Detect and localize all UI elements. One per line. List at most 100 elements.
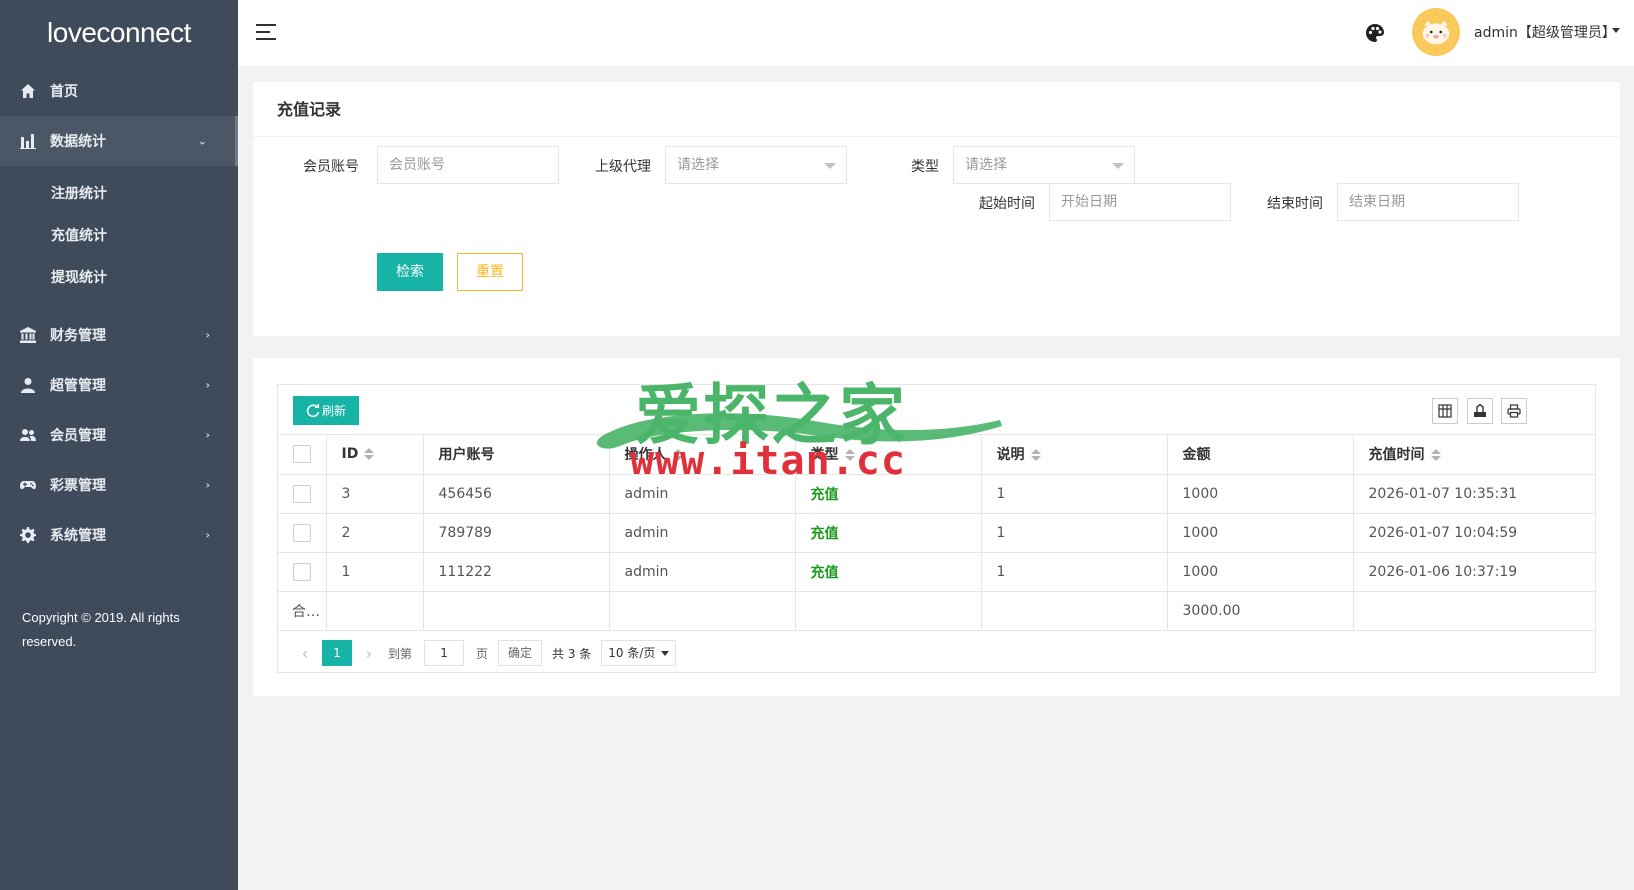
- start-date-input[interactable]: 开始日期: [1049, 183, 1231, 221]
- print-icon[interactable]: [1501, 398, 1527, 424]
- cell-id: 1: [326, 552, 424, 592]
- sidebar-item-finance[interactable]: 财务管理 ›: [0, 310, 238, 360]
- table-row[interactable]: 1 111222 admin 充值 1 1000 2026-01-06 10:3…: [278, 552, 1595, 592]
- menu-toggle-icon[interactable]: [256, 24, 276, 40]
- sidebar-item-label: 会员管理: [50, 428, 106, 444]
- agent-label: 上级代理: [595, 159, 651, 175]
- prev-page-icon[interactable]: ‹: [290, 644, 320, 663]
- column-header-id[interactable]: ID: [326, 435, 424, 475]
- user-icon: [20, 377, 36, 393]
- sidebar-item-label: 数据统计: [50, 134, 106, 150]
- sidebar-item-label: 系统管理: [50, 528, 106, 544]
- sidebar-item-stats[interactable]: 数据统计 ⌄: [0, 116, 238, 166]
- cell-type: 充值: [795, 513, 982, 553]
- chevron-right-icon: ›: [205, 478, 210, 492]
- cell-type: 充值: [795, 552, 982, 592]
- table-toolbar: 刷新: [278, 385, 1595, 435]
- table-header-row: ID 用户账号 操作人 类型 说明 金额 充值时间: [278, 435, 1595, 475]
- chevron-right-icon: ›: [205, 428, 210, 442]
- type-label: 类型: [911, 159, 939, 175]
- cell-account: 789789: [423, 513, 610, 553]
- cell-account: 111222: [423, 552, 610, 592]
- end-date-input[interactable]: 结束日期: [1337, 183, 1519, 221]
- export-icon[interactable]: [1467, 398, 1493, 424]
- sort-icon[interactable]: [672, 449, 683, 462]
- type-select[interactable]: 请选择: [953, 146, 1135, 184]
- empty-cell: [795, 591, 982, 631]
- sidebar-item-label: 首页: [50, 84, 78, 100]
- table-row[interactable]: 3 456456 admin 充值 1 1000 2026-01-07 10:3…: [278, 474, 1595, 514]
- sidebar-subitem-recharge-stats[interactable]: 充值统计: [0, 214, 238, 256]
- page-title: 充值记录: [253, 82, 1620, 137]
- agent-select[interactable]: 请选择: [665, 146, 847, 184]
- search-button[interactable]: 检索: [377, 253, 443, 291]
- sort-icon[interactable]: [1430, 449, 1441, 462]
- copyright-text: Copyright © 2019. All rights reserved.: [22, 610, 180, 649]
- sidebar-item-admins[interactable]: 超管管理 ›: [0, 360, 238, 410]
- refresh-label: 刷新: [321, 404, 346, 418]
- table-panel: 刷新 ID 用户账号 操作人 类型 说明 金额 充值时间 3 456456 ad…: [253, 358, 1620, 696]
- total-label: 合…: [278, 591, 327, 631]
- data-table-container: 刷新 ID 用户账号 操作人 类型 说明 金额 充值时间 3 456456 ad…: [277, 384, 1596, 673]
- pagination: ‹ 1 › 到第 1 页 确定 共 3 条 10 条/页: [278, 633, 1595, 673]
- refresh-button[interactable]: 刷新: [293, 396, 359, 425]
- page-label: 页: [476, 646, 489, 661]
- sidebar-item-label: 彩票管理: [50, 478, 106, 494]
- column-header-note[interactable]: 说明: [981, 435, 1168, 475]
- goto-page-input[interactable]: 1: [424, 640, 465, 666]
- avatar-image: [1422, 20, 1450, 45]
- cell-note: 1: [981, 513, 1168, 553]
- page-number-current[interactable]: 1: [322, 640, 352, 666]
- agent-select-value: 请选择: [677, 157, 719, 173]
- top-header: admin【超级管理员】: [238, 0, 1634, 66]
- cell-amount: 1000: [1167, 474, 1354, 514]
- avatar[interactable]: [1412, 8, 1460, 56]
- cell-id: 2: [326, 513, 424, 553]
- column-header-type[interactable]: 类型: [795, 435, 982, 475]
- sidebar-subitem-register-stats[interactable]: 注册统计: [0, 172, 238, 214]
- sidebar-subitem-withdraw-stats[interactable]: 提现统计: [0, 256, 238, 298]
- sort-icon[interactable]: [844, 449, 855, 462]
- cell-amount: 1000: [1167, 552, 1354, 592]
- cell-time: 2026-01-06 10:37:19: [1353, 552, 1595, 592]
- bank-icon: [20, 327, 36, 343]
- palette-icon[interactable]: [1365, 23, 1385, 43]
- next-page-icon[interactable]: ›: [354, 644, 384, 663]
- row-checkbox-cell: [278, 552, 327, 592]
- sidebar-item-system[interactable]: 系统管理 ›: [0, 510, 238, 560]
- cell-note: 1: [981, 474, 1168, 514]
- table-row[interactable]: 2 789789 admin 充值 1 1000 2026-01-07 10:0…: [278, 513, 1595, 553]
- sidebar-item-label: 超管管理: [50, 378, 106, 394]
- column-header-operator[interactable]: 操作人: [609, 435, 796, 475]
- row-checkbox[interactable]: [293, 484, 311, 503]
- chevron-down-icon[interactable]: [1612, 28, 1620, 33]
- row-checkbox[interactable]: [293, 523, 311, 542]
- cell-amount: 1000: [1167, 513, 1354, 553]
- recharge-table: ID 用户账号 操作人 类型 说明 金额 充值时间 3 456456 admin…: [278, 435, 1595, 631]
- sidebar: loveconnect 首页 数据统计 ⌄ 注册统计 充值统计 提现统计 财务管…: [0, 0, 238, 890]
- reset-button[interactable]: 重置: [457, 253, 523, 291]
- row-checkbox[interactable]: [293, 562, 311, 581]
- empty-cell: [981, 591, 1168, 631]
- sidebar-item-home[interactable]: 首页: [0, 66, 238, 116]
- sidebar-item-members[interactable]: 会员管理 ›: [0, 410, 238, 460]
- sidebar-item-label: 财务管理: [50, 328, 106, 344]
- users-icon: [20, 427, 36, 443]
- empty-cell: [423, 591, 610, 631]
- member-account-input[interactable]: 会员账号: [377, 146, 559, 184]
- user-menu[interactable]: admin【超级管理员】: [1474, 22, 1616, 42]
- app-logo[interactable]: loveconnect: [0, 0, 238, 66]
- sort-icon[interactable]: [364, 448, 375, 461]
- sort-icon[interactable]: [1030, 449, 1041, 462]
- empty-cell: [326, 591, 424, 631]
- sidebar-item-lottery[interactable]: 彩票管理 ›: [0, 460, 238, 510]
- empty-cell: [609, 591, 796, 631]
- cell-type: 充值: [795, 474, 982, 514]
- column-header-time[interactable]: 充值时间: [1353, 435, 1595, 475]
- goto-confirm-button[interactable]: 确定: [498, 640, 543, 666]
- columns-filter-icon[interactable]: [1432, 398, 1458, 424]
- page-size-value: 10 条/页: [608, 646, 656, 660]
- page-size-select[interactable]: 10 条/页: [601, 640, 677, 666]
- cell-operator: admin: [609, 552, 796, 592]
- select-all-checkbox[interactable]: [293, 445, 311, 464]
